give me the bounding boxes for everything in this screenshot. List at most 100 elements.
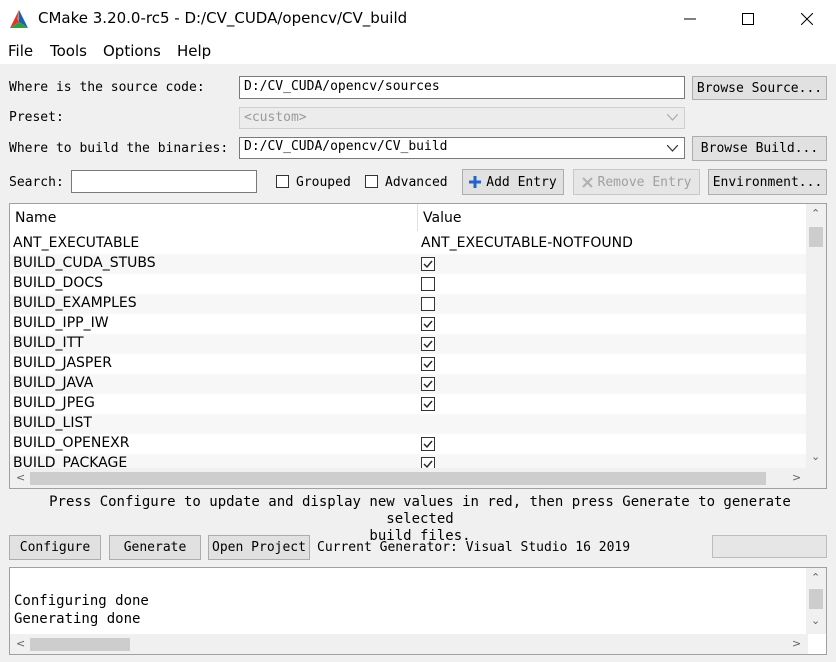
- menu-tools[interactable]: Tools: [50, 42, 87, 60]
- checkmark-icon: [423, 340, 433, 349]
- menu-bar: File Tools Options Help: [0, 38, 836, 64]
- menu-help[interactable]: Help: [177, 42, 211, 60]
- table-row[interactable]: ANT_EXECUTABLE ANT_EXECUTABLE-NOTFOUND: [10, 234, 808, 254]
- value-checkbox[interactable]: [421, 277, 435, 291]
- browse-build-button[interactable]: Browse Build...: [692, 136, 827, 161]
- cache-entry-name: BUILD_OPENEXR: [13, 435, 130, 451]
- cache-entry-name: BUILD_LIST: [13, 415, 92, 431]
- checkmark-icon: [423, 380, 433, 389]
- menu-file[interactable]: File: [8, 42, 33, 60]
- source-path-input[interactable]: D:/CV_CUDA/opencv/sources: [239, 76, 685, 99]
- value-checkbox[interactable]: [421, 317, 435, 331]
- maximize-icon: [742, 13, 754, 25]
- chevron-left-icon[interactable]: <: [16, 471, 25, 484]
- checkmark-icon: [423, 360, 433, 369]
- value-checkbox[interactable]: [421, 257, 435, 271]
- column-header-name[interactable]: Name: [15, 210, 56, 226]
- checkmark-icon: [423, 440, 433, 449]
- preset-value: <custom>: [244, 110, 307, 125]
- cache-table: Name Value ANT_EXECUTABLE ANT_EXECUTABLE-…: [9, 203, 827, 489]
- table-row[interactable]: BUILD_LIST: [10, 414, 808, 434]
- remove-entry-label: Remove Entry: [597, 174, 692, 190]
- table-row[interactable]: BUILD_ITT: [10, 334, 808, 354]
- cmake-logo-icon: [10, 10, 28, 28]
- progress-bar: [712, 535, 827, 558]
- window-title: CMake 3.20.0-rc5 - D:/CV_CUDA/opencv/CV_…: [38, 9, 408, 27]
- search-label: Search:: [9, 175, 64, 190]
- chevron-up-icon[interactable]: ⌃: [811, 207, 820, 220]
- cache-entry-name: BUILD_ITT: [13, 335, 84, 351]
- maximize-button[interactable]: [725, 0, 771, 38]
- chevron-right-icon[interactable]: >: [792, 637, 801, 650]
- preset-label: Preset:: [9, 110, 64, 125]
- chevron-right-icon[interactable]: >: [792, 471, 801, 484]
- table-row[interactable]: BUILD_JPEG: [10, 394, 808, 414]
- cache-entry-value[interactable]: ANT_EXECUTABLE-NOTFOUND: [421, 235, 633, 251]
- current-generator-label: Current Generator: Visual Studio 16 2019: [317, 540, 631, 555]
- scroll-corner: [806, 468, 826, 488]
- chevron-down-icon: [667, 114, 678, 121]
- build-label: Where to build the binaries:: [9, 141, 229, 156]
- horizontal-scroll-thumb[interactable]: [30, 472, 766, 485]
- preset-select: <custom>: [239, 107, 685, 129]
- value-checkbox[interactable]: [421, 377, 435, 391]
- table-row[interactable]: BUILD_JASPER: [10, 354, 808, 374]
- vertical-scroll-thumb[interactable]: [809, 227, 823, 247]
- grouped-checkbox[interactable]: [276, 175, 289, 188]
- environment-button[interactable]: Environment...: [708, 169, 827, 195]
- table-header: Name Value: [10, 204, 808, 231]
- table-row[interactable]: BUILD_JAVA: [10, 374, 808, 394]
- generate-button[interactable]: Generate: [109, 535, 201, 560]
- table-vertical-scrollbar[interactable]: ⌃ ⌄: [806, 204, 826, 468]
- column-header-value[interactable]: Value: [423, 210, 461, 226]
- add-entry-button[interactable]: Add Entry: [462, 169, 564, 195]
- output-horizontal-scrollbar[interactable]: < >: [10, 634, 808, 654]
- table-row[interactable]: BUILD_OPENEXR: [10, 434, 808, 454]
- remove-entry-button: Remove Entry: [573, 169, 700, 195]
- open-project-button[interactable]: Open Project: [208, 535, 310, 560]
- value-checkbox[interactable]: [421, 297, 435, 311]
- chevron-up-icon[interactable]: ⌃: [811, 571, 820, 584]
- table-horizontal-scrollbar[interactable]: < >: [10, 468, 808, 488]
- chevron-down-icon[interactable]: ⌄: [811, 614, 820, 627]
- table-row[interactable]: BUILD_CUDA_STUBS: [10, 254, 808, 274]
- cache-entry-name: BUILD_DOCS: [13, 275, 104, 291]
- output-horizontal-thumb[interactable]: [30, 638, 130, 651]
- checkmark-icon: [423, 260, 433, 269]
- output-line: Configuring done: [14, 593, 149, 609]
- browse-source-button[interactable]: Browse Source...: [692, 76, 827, 100]
- value-checkbox[interactable]: [421, 357, 435, 371]
- cache-entry-name: BUILD_EXAMPLES: [13, 295, 137, 311]
- output-log: Configuring done Generating done ⌃ ⌄ < >: [9, 567, 827, 655]
- value-checkbox[interactable]: [421, 337, 435, 351]
- build-path-combobox[interactable]: D:/CV_CUDA/opencv/CV_build: [239, 137, 685, 159]
- table-row[interactable]: BUILD_DOCS: [10, 274, 808, 294]
- menu-options[interactable]: Options: [103, 42, 161, 60]
- cache-entry-name: ANT_EXECUTABLE: [13, 235, 140, 251]
- cache-entry-name: BUILD_IPP_IW: [13, 315, 109, 331]
- grouped-label: Grouped: [296, 175, 351, 190]
- cache-entry-name: BUILD_JASPER: [13, 355, 112, 371]
- minimize-button[interactable]: [667, 0, 713, 38]
- checkmark-icon: [423, 400, 433, 409]
- value-checkbox[interactable]: [421, 437, 435, 451]
- chevron-down-icon: [667, 145, 678, 152]
- search-input[interactable]: [71, 170, 257, 193]
- chevron-left-icon[interactable]: <: [16, 637, 25, 650]
- output-line: Generating done: [14, 611, 141, 627]
- hint-line-1: Press Configure to update and display ne…: [49, 494, 791, 527]
- plus-icon: [469, 176, 482, 188]
- configure-button[interactable]: Configure: [9, 535, 101, 560]
- output-vertical-scrollbar[interactable]: ⌃ ⌄: [806, 568, 826, 634]
- remove-x-icon: [581, 176, 593, 188]
- close-button[interactable]: [784, 0, 830, 38]
- chevron-down-icon[interactable]: ⌄: [811, 450, 820, 463]
- table-row[interactable]: BUILD_EXAMPLES: [10, 294, 808, 314]
- cache-entry-name: BUILD_JAVA: [13, 375, 94, 391]
- advanced-checkbox[interactable]: [365, 175, 378, 188]
- cache-entry-name: BUILD_CUDA_STUBS: [13, 255, 156, 271]
- table-row[interactable]: BUILD_IPP_IW: [10, 314, 808, 334]
- value-checkbox[interactable]: [421, 397, 435, 411]
- output-vertical-thumb[interactable]: [809, 589, 823, 609]
- close-icon: [801, 13, 813, 25]
